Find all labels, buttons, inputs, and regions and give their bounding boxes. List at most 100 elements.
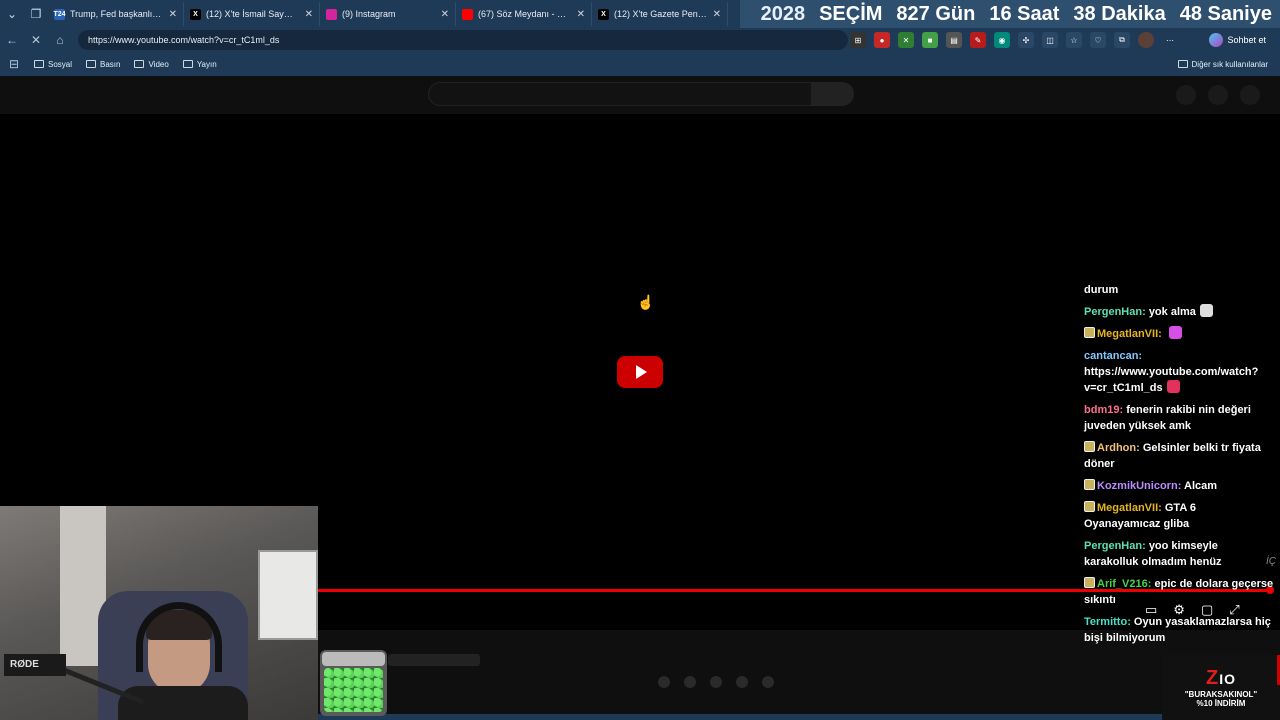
- subscriber-badge-icon: [1084, 327, 1095, 338]
- x-icon: X: [598, 8, 609, 20]
- workspaces-icon[interactable]: ❐: [24, 2, 48, 26]
- home-icon[interactable]: ⌂: [48, 28, 72, 52]
- chat-text: Alcam: [1184, 480, 1218, 492]
- favorites-icon[interactable]: ☆: [1066, 32, 1082, 48]
- youtube-icon: [462, 8, 473, 20]
- play-button[interactable]: [617, 356, 663, 388]
- notifications-button[interactable]: [1208, 85, 1228, 105]
- extension-icon[interactable]: ✎: [970, 32, 986, 48]
- chat-message: bdm19: fenerin rakibi nin değeri juveden…: [1084, 404, 1251, 432]
- extension-icon[interactable]: ●: [874, 32, 890, 48]
- chat-username[interactable]: cantancan: [1084, 350, 1138, 362]
- bookmark-folder[interactable]: Sosyal: [34, 60, 72, 69]
- chat-username[interactable]: PergenHan: [1084, 306, 1142, 318]
- folder-icon: [86, 60, 97, 68]
- chat-username[interactable]: Arif_V216: [1097, 578, 1148, 590]
- extension-icon[interactable]: ⊞: [850, 32, 866, 48]
- create-button[interactable]: [1176, 85, 1196, 105]
- bookmark-label: Basın: [100, 59, 121, 69]
- close-icon[interactable]: ✕: [577, 9, 585, 20]
- other-favorites-folder[interactable]: Diğer sık kullanılanlar: [1177, 52, 1268, 76]
- loading-dots: [658, 676, 774, 688]
- webcam-overlay: RØDE: [0, 506, 318, 720]
- extension-icon[interactable]: ✕: [898, 32, 914, 48]
- chat-message: cantancan: https://www.youtube.com/watch…: [1084, 350, 1259, 394]
- loading-dot: [736, 676, 748, 688]
- chat-message: MegatlanVII: GTA 6 Oyanayamıcaz gliba: [1084, 501, 1197, 530]
- extension-icon[interactable]: ▤: [946, 32, 962, 48]
- loading-title-placeholder: [388, 654, 480, 666]
- chat-message: PergenHan: yoo kimseyle karakolluk olmad…: [1084, 540, 1222, 568]
- more-menu-icon[interactable]: ⋯: [1162, 32, 1178, 48]
- bookmark-folder[interactable]: Basın: [86, 60, 120, 69]
- copilot-icon: [1209, 33, 1224, 47]
- extension-icon[interactable]: ■: [922, 32, 938, 48]
- chat-message: KozmikUnicorn: Alcam: [1084, 478, 1274, 494]
- chat-message: Ardhon: Gelsinler belki tr fiyata döner: [1084, 441, 1261, 470]
- browser-tab[interactable]: (9) Instagram ✕: [320, 2, 456, 26]
- microphone-logo: RØDE: [4, 654, 66, 676]
- chat-username[interactable]: Ardhon: [1097, 442, 1136, 454]
- bookmark-label: Sosyal: [48, 59, 73, 69]
- browser-tab[interactable]: X (12) X'te Gazete Pencere: "F ✕: [592, 2, 728, 26]
- address-bar[interactable]: https://www.youtube.com/watch?v=cr_tC1ml…: [78, 30, 848, 50]
- bookmark-folder[interactable]: Yayın: [182, 59, 217, 69]
- tab-list: T24 Trump, Fed başkanlığına ad ✕ X (12) X'te…: [48, 2, 728, 26]
- browser-tab[interactable]: (67) Söz Meydanı - Erkan Tı ✕: [456, 2, 592, 26]
- chat-username[interactable]: MegatlanVII: [1097, 502, 1158, 514]
- browser-tab[interactable]: X (12) X'te İsmail Saymaz: "CH ✕: [184, 2, 320, 26]
- puzzle-icon[interactable]: ✣: [1018, 32, 1034, 48]
- bookmark-toggle-icon[interactable]: ⊟: [8, 52, 20, 76]
- chat-username[interactable]: PergenHan: [1084, 540, 1142, 552]
- bookmark-folder[interactable]: Video: [134, 59, 169, 69]
- loading-dot: [710, 676, 722, 688]
- back-icon[interactable]: ←: [0, 28, 24, 52]
- tab-search-icon[interactable]: ⌄: [0, 2, 24, 26]
- extension-icon[interactable]: ◉: [994, 32, 1010, 48]
- folder-icon: [34, 60, 44, 68]
- chat-username[interactable]: KozmikUnicorn: [1097, 480, 1178, 492]
- bookmark-label: Video: [148, 59, 169, 69]
- youtube-header: [0, 76, 1280, 114]
- sponsor-logo-accent: IO: [1219, 671, 1236, 687]
- browser-tab[interactable]: T24 Trump, Fed başkanlığına ad ✕: [48, 2, 184, 26]
- account-avatar[interactable]: [1240, 85, 1260, 105]
- search-input[interactable]: [428, 82, 812, 106]
- chat-username[interactable]: MegatlanVII: [1097, 328, 1158, 340]
- sponsor-discount: %10 İNDİRİM: [1196, 699, 1246, 708]
- chat-message: Arif_V216: epic de dolara geçerse sıkınt…: [1084, 577, 1274, 606]
- copilot-chat-button[interactable]: Sohbet et: [1203, 31, 1272, 49]
- folder-icon: [134, 60, 145, 68]
- chat-username[interactable]: bdm19: [1084, 404, 1119, 416]
- tab-title: (67) Söz Meydanı - Erkan Tı: [478, 9, 572, 19]
- close-icon[interactable]: ✕: [169, 9, 177, 20]
- jar-contents: [324, 668, 383, 712]
- folder-icon: [182, 60, 193, 68]
- extension-toolbar: ⊞ ● ✕ ■ ▤ ✎ ◉ ✣ ◫ ☆ ♡ ⧉ ⋯: [850, 32, 1178, 48]
- candy-jar-widget: [320, 650, 387, 716]
- folder-icon: [1177, 60, 1188, 68]
- collections-icon[interactable]: ♡: [1090, 32, 1106, 48]
- subscriber-badge-icon: [1084, 441, 1095, 452]
- copilot-chat-label: Sohbet et: [1227, 35, 1266, 45]
- url-text: https://www.youtube.com/watch?v=cr_tC1ml…: [88, 35, 280, 45]
- chat-text: durum: [1084, 284, 1119, 296]
- split-screen-icon[interactable]: ◫: [1042, 32, 1058, 48]
- profile-avatar[interactable]: [1138, 32, 1154, 48]
- chat-message: Termitto: Oyun yasaklamazlarsa hiç bişi …: [1084, 616, 1271, 644]
- sponsor-logo: ZIO: [1206, 667, 1236, 690]
- countdown-seconds: 48 Saniye: [1179, 2, 1272, 25]
- chat-username[interactable]: Termitto: [1084, 616, 1127, 628]
- webcam-streamer-body: [118, 686, 248, 720]
- close-icon[interactable]: ✕: [713, 9, 721, 20]
- loading-dot: [684, 676, 696, 688]
- countdown-label: SEÇİM: [819, 2, 883, 25]
- close-icon[interactable]: ✕: [305, 9, 313, 20]
- tab-title: (12) X'te İsmail Saymaz: "CH: [206, 9, 300, 19]
- stop-icon[interactable]: ✕: [24, 28, 48, 52]
- stream-chat-overlay: durum PergenHan: yok alma MegatlanVII: can…: [1084, 282, 1274, 652]
- bookmark-label: Yayın: [196, 59, 217, 69]
- close-icon[interactable]: ✕: [441, 9, 449, 20]
- search-button[interactable]: [812, 82, 854, 106]
- screenshot-icon[interactable]: ⧉: [1114, 32, 1130, 48]
